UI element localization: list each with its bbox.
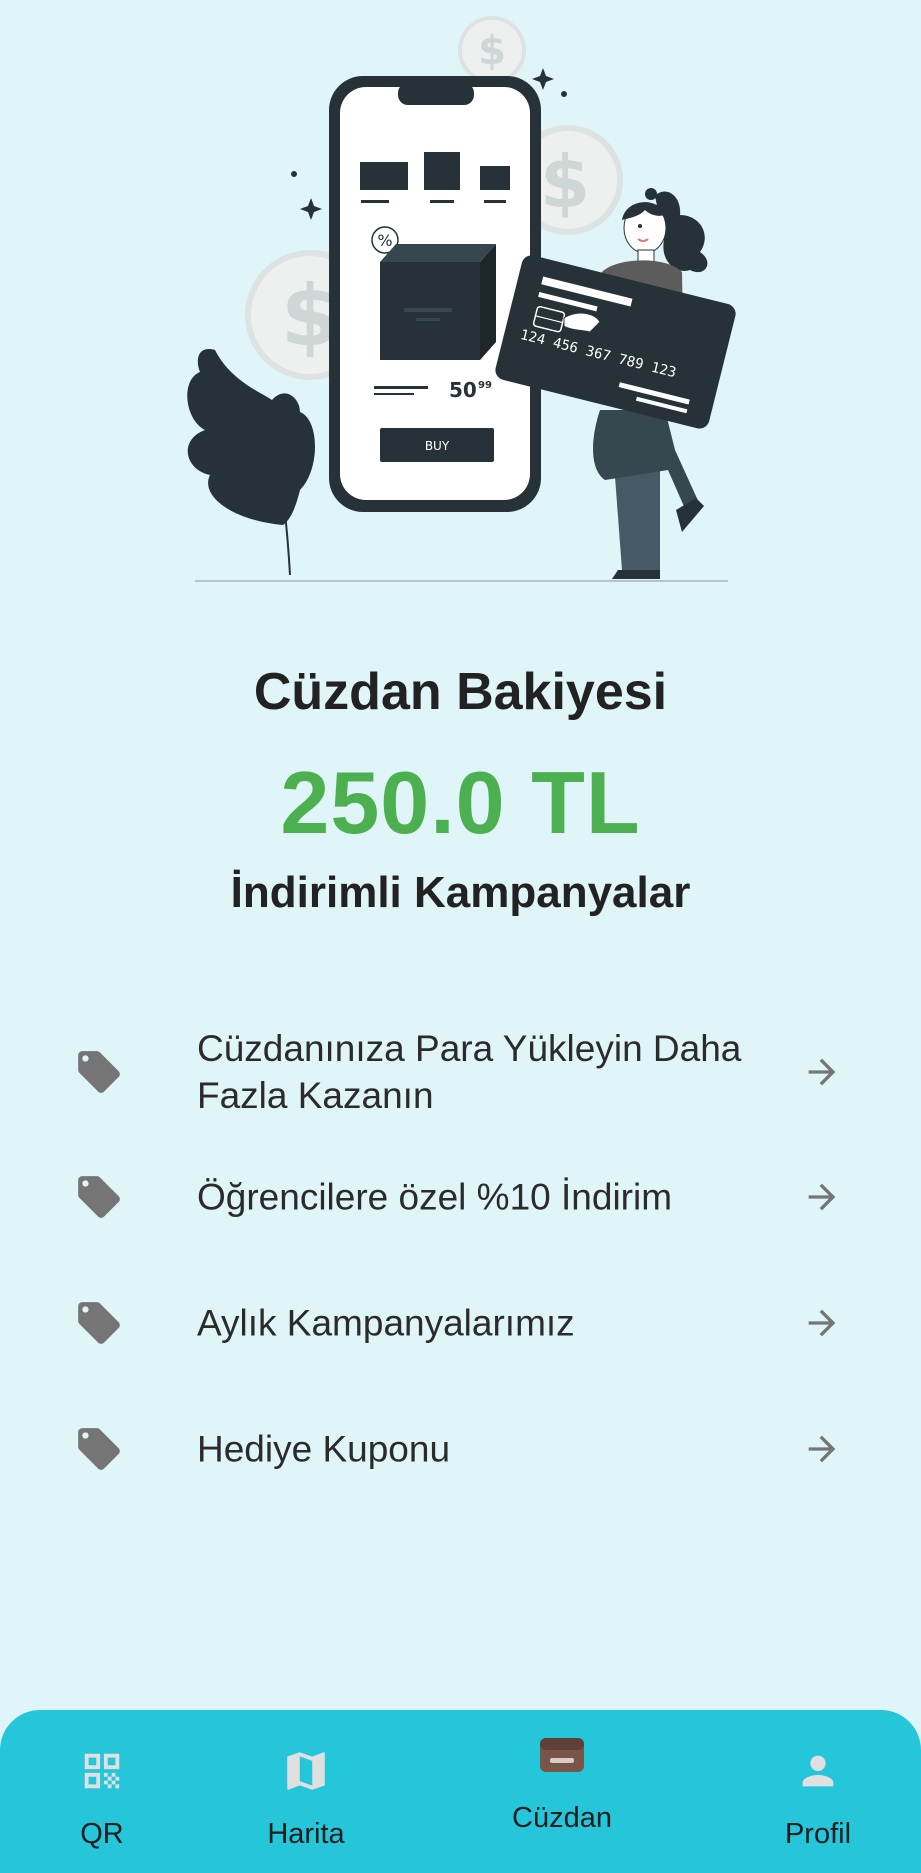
- svg-text:BUY: BUY: [425, 439, 450, 453]
- svg-text:$: $: [540, 140, 590, 224]
- campaign-item-monthly-campaigns[interactable]: Aylık Kampanyalarımız: [0, 1260, 921, 1386]
- tag-icon: [78, 1051, 120, 1093]
- campaign-item-load-money[interactable]: Cüzdanınıza Para Yükleyin Daha Fazla Kaz…: [0, 1010, 921, 1134]
- arrow-right-icon[interactable]: [802, 1052, 842, 1092]
- wallet-icon: [540, 1738, 584, 1772]
- nav-item-map[interactable]: Harita: [246, 1710, 366, 1873]
- svg-text:99: 99: [478, 380, 492, 391]
- campaigns-title: İndirimli Kampanyalar: [230, 868, 691, 917]
- person-icon: [802, 1755, 834, 1787]
- svg-text:%: %: [377, 231, 392, 250]
- arrow-right-icon[interactable]: [802, 1429, 842, 1469]
- campaign-label: Öğrencilere özel %10 İndirim: [197, 1176, 673, 1218]
- qr-code-icon: [84, 1753, 120, 1789]
- tag-icon: [78, 1176, 120, 1218]
- nav-label: Harita: [267, 1818, 345, 1850]
- arrow-right-icon[interactable]: [802, 1177, 842, 1217]
- nav-label: QR: [80, 1818, 124, 1850]
- campaign-item-student-discount[interactable]: Öğrencilere özel %10 İndirim: [0, 1134, 921, 1260]
- arrow-right-icon[interactable]: [802, 1303, 842, 1343]
- nav-item-qr[interactable]: QR: [42, 1710, 162, 1873]
- tag-icon: [78, 1302, 120, 1344]
- nav-item-wallet[interactable]: Cüzdan: [502, 1710, 622, 1873]
- campaign-item-gift-coupon[interactable]: Hediye Kuponu: [0, 1386, 921, 1512]
- tag-icon: [78, 1428, 120, 1470]
- nav-item-profile[interactable]: Profil: [758, 1710, 878, 1873]
- wallet-illustration: $ $ $ % 50 99 BUY 124 456 367 789 123: [187, 16, 736, 582]
- plant-icon: [187, 349, 315, 576]
- campaign-label: Hediye Kuponu: [197, 1428, 451, 1470]
- nav-label: Profil: [784, 1818, 852, 1850]
- coin-icon: $: [458, 16, 526, 84]
- nav-label: Cüzdan: [512, 1802, 612, 1834]
- phone-illustration: % 50 99 BUY: [329, 76, 541, 512]
- wallet-balance-amount: 250.0 TL: [280, 753, 641, 852]
- campaign-label: Cüzdanınıza Para Yükleyin Daha Fazla Kaz…: [197, 1028, 742, 1116]
- svg-text:50: 50: [449, 378, 477, 402]
- campaign-list: Cüzdanınıza Para Yükleyin Daha Fazla Kaz…: [0, 1010, 921, 1512]
- svg-text:$: $: [478, 28, 506, 74]
- map-icon: [287, 1752, 325, 1790]
- bottom-navigation: QR Harita Cüzdan Profil: [0, 1710, 921, 1873]
- campaign-label: Aylık Kampanyalarımız: [197, 1302, 575, 1344]
- wallet-balance-title: Cüzdan Bakiyesi: [253, 663, 668, 721]
